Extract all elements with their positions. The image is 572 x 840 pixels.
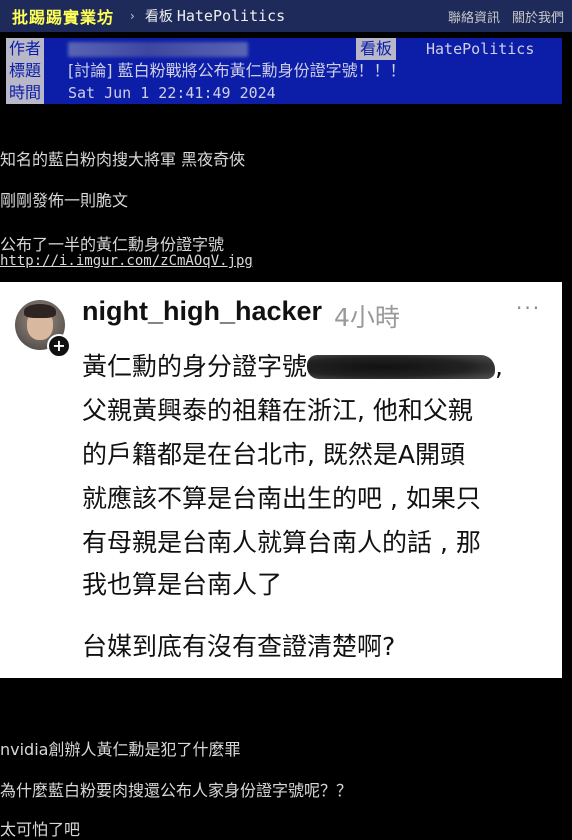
author-redaction-blur	[68, 42, 248, 57]
meta-board-value: HatePolitics	[426, 40, 535, 58]
avatar-hair	[24, 304, 56, 318]
body-line-4: nvidia創辦人黃仁勳是犯了什麼罪	[0, 740, 241, 759]
post-line-1-suffix: ,	[495, 352, 503, 381]
post-line-5: 有母親是台南人就算台南人的話 , 那	[82, 528, 481, 557]
meta-board-key: 看板	[356, 38, 397, 60]
site-logo-link[interactable]: 批踢踢實業坊	[12, 4, 114, 28]
post-line-4: 就應該不算是台南出生的吧 , 如果只	[82, 484, 481, 513]
body-line-3: 公布了一半的黃仁勳身份證字號	[0, 235, 225, 254]
top-nav-links: 聯絡資訊 關於我們	[448, 0, 564, 32]
post-line-1: 黃仁勳的身分證字號,	[82, 352, 503, 382]
about-link[interactable]: 關於我們	[512, 7, 564, 26]
meta-row-time: 時間 Sat Jun 1 22:41:49 2024	[6, 82, 562, 104]
more-icon: ···	[516, 296, 542, 320]
embedded-post-image: + night_high_hacker 4小時 ··· 黃仁勳的身分證字號, 父…	[0, 282, 562, 678]
post-line-6: 我也算是台南人了	[82, 570, 283, 599]
meta-title-value: [討論] 藍白粉戰將公布黃仁勳身份證字號！！！	[68, 61, 406, 80]
meta-time-value: Sat Jun 1 22:41:49 2024	[68, 84, 276, 102]
image-link[interactable]: http://i.imgur.com/zCmAOqV.jpg	[0, 253, 253, 269]
post-username: night_high_hacker	[82, 296, 323, 326]
breadcrumb-separator: ›	[130, 9, 135, 23]
top-nav-bar: 批踢踢實業坊 › 看板 HatePolitics 聯絡資訊 關於我們	[0, 0, 572, 32]
body-line-1: 知名的藍白粉肉搜大將軍 黑夜奇俠	[0, 150, 246, 169]
meta-time-key: 時間	[6, 82, 45, 104]
meta-row-author: 作者 看板 HatePolitics	[6, 38, 562, 60]
post-line-3: 的戶籍都是在台北市, 既然是A開頭	[82, 440, 465, 469]
contact-link[interactable]: 聯絡資訊	[448, 7, 500, 26]
post-line-1-prefix: 黃仁勳的身分證字號	[82, 352, 308, 381]
body-line-6: 太可怕了吧	[0, 820, 81, 839]
post-line-2: 父親黃興泰的祖籍在浙江, 他和父親	[82, 396, 473, 425]
post-time: 4小時	[334, 303, 400, 332]
meta-title-key: 標題	[6, 60, 45, 82]
follow-plus-icon: +	[47, 334, 71, 358]
meta-author-key: 作者	[6, 38, 45, 60]
body-line-5: 為什麼藍白粉要肉搜還公布人家身份證字號呢？？	[0, 781, 353, 800]
meta-row-title: 標題 [討論] 藍白粉戰將公布黃仁勳身份證字號！！！	[6, 60, 562, 82]
body-line-2: 剛剛發佈一則脆文	[0, 191, 129, 210]
article-meta-header: 作者 看板 HatePolitics 標題 [討論] 藍白粉戰將公布黃仁勳身份證…	[6, 38, 562, 104]
id-redaction-scribble	[307, 355, 496, 379]
breadcrumb-board-label: 看板	[144, 9, 173, 25]
breadcrumb-board-link[interactable]: HatePolitics	[177, 7, 285, 25]
post-line-7: 台媒到底有沒有查證清楚啊?	[82, 632, 396, 661]
